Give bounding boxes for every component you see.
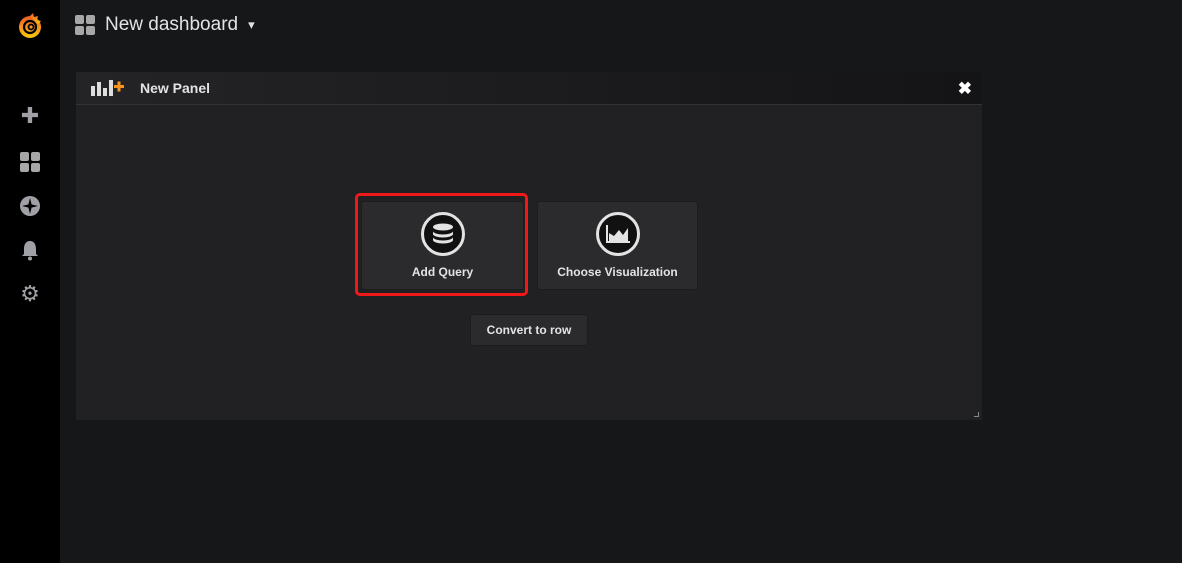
dashboards-icon [75,15,95,35]
database-icon [420,212,465,256]
panel-title: New Panel [140,80,211,96]
grafana-logo-icon[interactable] [15,12,45,42]
convert-to-row-label: Convert to row [486,323,572,337]
new-panel: New Panel ✖ Add Query Choose Visualizati… [76,72,982,420]
add-query-label: Add Query [411,265,474,279]
add-panel-icon [91,80,124,96]
add-query-button[interactable]: Add Query [361,201,524,290]
area-chart-icon [595,212,640,256]
choose-visualization-label: Choose Visualization [557,265,678,279]
convert-to-row-button[interactable]: Convert to row [470,314,588,346]
choose-visualization-button[interactable]: Choose Visualization [537,201,698,290]
sidebar: ✚ ⚙ [0,0,60,563]
chevron-down-icon: ▾ [248,17,255,32]
panel-header: New Panel [76,72,982,105]
dashboard-title: New dashboard [105,14,239,35]
explore-compass-icon[interactable] [15,191,45,221]
gear-icon[interactable]: ⚙ [15,279,45,309]
dashboards-icon[interactable] [15,147,45,177]
bell-icon[interactable] [15,235,45,265]
resize-handle[interactable] [974,412,979,417]
close-icon[interactable]: ✖ [958,79,972,99]
dashboard-title-picker[interactable]: New dashboard ▾ [75,14,255,36]
plus-icon[interactable]: ✚ [15,101,45,131]
